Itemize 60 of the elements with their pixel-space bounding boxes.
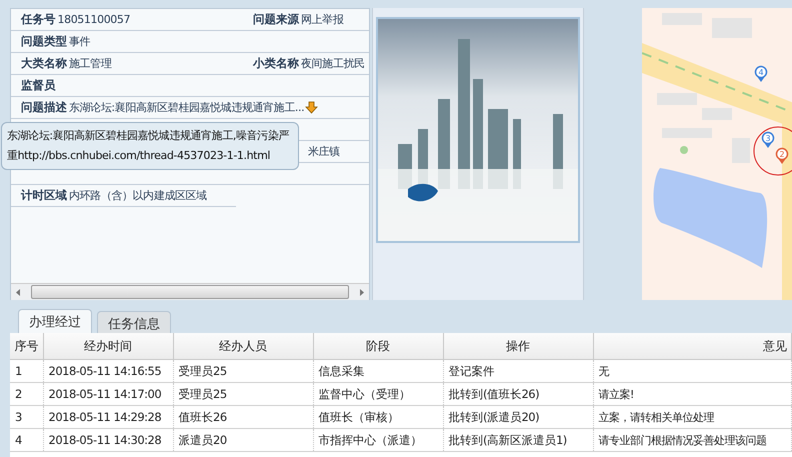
map-marker[interactable] <box>762 132 774 148</box>
field-value: 内环路（含）以内建成区区域 <box>69 188 207 203</box>
table-cell: 2018-05-11 14:17:00 <box>43 382 173 406</box>
field-value: 18051100057 <box>58 13 130 26</box>
table-cell: 2018-05-11 14:30:28 <box>43 428 173 452</box>
table-cell: 1 <box>10 360 43 382</box>
tab[interactable]: 办理经过 <box>18 309 92 333</box>
field-label: 任务号 <box>21 12 56 27</box>
field-value: 夜间施工扰民 <box>301 56 365 71</box>
scroll-left-icon[interactable] <box>16 288 20 296</box>
table-cell: 2018-05-11 14:16:55 <box>43 360 173 382</box>
table-cell: 信息采集 <box>313 360 443 382</box>
table-cell: 3 <box>10 406 43 428</box>
field-label: 问题类型 <box>21 34 67 49</box>
description-tooltip: 东湖论坛:襄阳高新区碧桂园嘉悦城违规通宵施工,噪音污染严重http://bbs.cnhubei.com/thread-4537023-1-1.html <box>1 122 299 170</box>
column-header: 经办时间 <box>43 333 173 360</box>
table-cell: 立案，请转相关单位处理 <box>593 406 792 428</box>
horizontal-scrollbar[interactable] <box>11 283 369 300</box>
field-label: 监督员 <box>21 78 56 93</box>
marker-number: 4 <box>758 68 764 77</box>
marker-number: 3 <box>765 134 771 143</box>
field-label: 计时区域 <box>21 188 67 203</box>
field-value: 网上举报 <box>301 12 344 27</box>
column-header: 序号 <box>10 333 43 360</box>
field-label: 小类名称 <box>253 56 299 71</box>
table-cell: 登记案件 <box>443 360 593 382</box>
column-header: 操作 <box>443 333 593 360</box>
column-header: 经办人员 <box>173 333 313 360</box>
expand-arrow-icon[interactable] <box>305 101 318 114</box>
table-cell: 批转到(派遣员20) <box>443 406 593 428</box>
field-label: 问题描述 <box>21 100 67 115</box>
table-cell: 请立案! <box>593 382 792 406</box>
scroll-right-icon[interactable] <box>360 288 364 296</box>
table-cell: 受理员25 <box>173 360 313 382</box>
street-map[interactable]: 4 3 2 <box>642 8 792 300</box>
table-cell: 值班长26 <box>173 406 313 428</box>
field-label: 问题来源 <box>253 12 299 27</box>
table-cell: 市指挥中心（派遣） <box>313 428 443 452</box>
table-cell: 无 <box>593 360 792 382</box>
table-cell: 派遣员20 <box>173 428 313 452</box>
column-header: 意见 <box>593 333 792 360</box>
map-marker[interactable] <box>754 66 768 82</box>
table-cell: 4 <box>10 428 43 452</box>
table-cell: 监督中心（受理） <box>313 382 443 406</box>
field-value: 施工管理 <box>69 56 112 71</box>
table-cell: 受理员25 <box>173 382 313 406</box>
table-cell: 2018-05-11 14:29:28 <box>43 406 173 428</box>
field-value: 事件 <box>69 34 90 49</box>
table-cell: 值班长（审核） <box>313 406 443 428</box>
table-cell: 2 <box>10 382 43 406</box>
table-cell: 批转到(值班长26) <box>443 382 593 406</box>
tab[interactable]: 任务信息 <box>97 311 171 333</box>
field-label: 大类名称 <box>21 56 67 71</box>
table-cell: 请专业部门根据情况妥善处理该问题 <box>593 428 792 452</box>
column-header: 阶段 <box>313 333 443 360</box>
field-value: 东湖论坛:襄阳高新区碧桂园嘉悦城违规通宵施工... <box>69 100 304 115</box>
table-cell: 批转到(高新区派遣员1) <box>443 428 593 452</box>
map-marker[interactable] <box>776 148 788 164</box>
marker-number: 2 <box>779 150 785 159</box>
field-value: 米庄镇 <box>308 144 340 159</box>
